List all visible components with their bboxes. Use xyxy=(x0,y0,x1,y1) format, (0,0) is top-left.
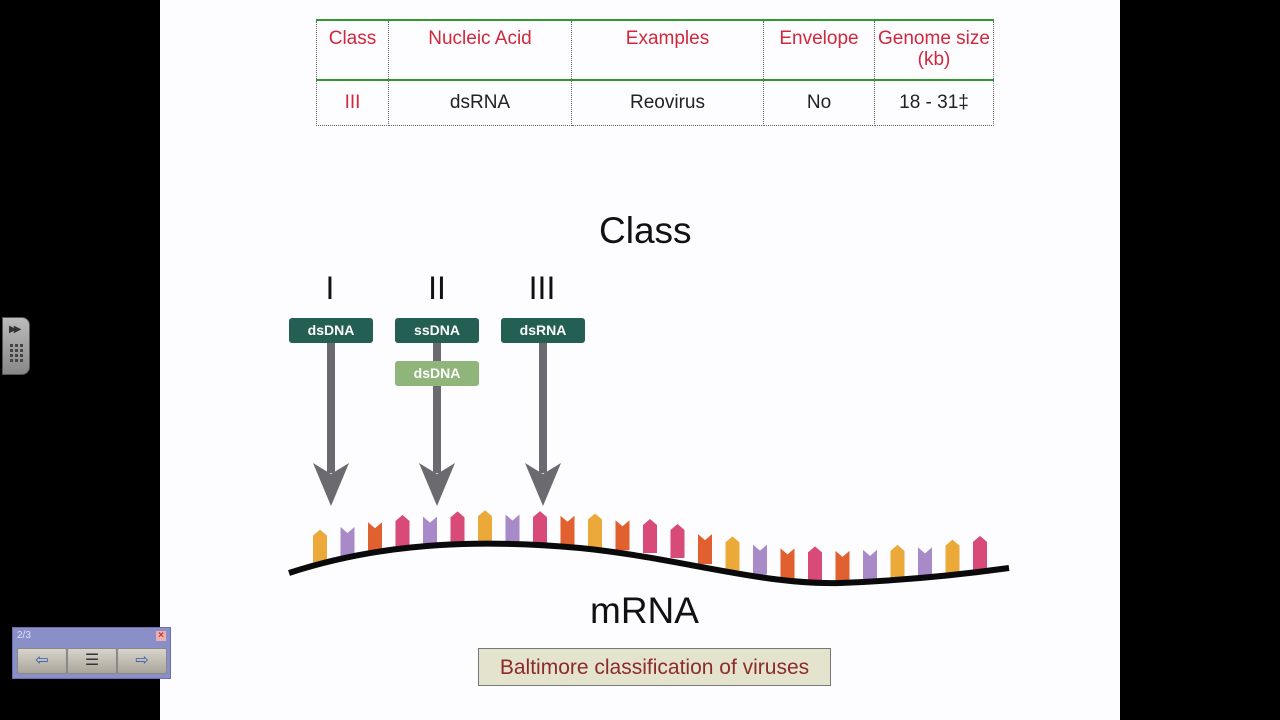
fast-forward-icon: ▶▶ xyxy=(9,324,22,335)
mrna-base-orange xyxy=(588,513,602,548)
mrna-base-purple xyxy=(340,526,355,557)
mrna-base-orange xyxy=(313,529,327,564)
slide-counter: 2/3 xyxy=(17,630,31,641)
side-panel-toggle[interactable]: ▶▶ xyxy=(2,317,30,375)
slide-list-button[interactable]: ☰ xyxy=(67,648,117,674)
arrow-shaft-class-1 xyxy=(327,343,335,473)
class-numeral-2: II xyxy=(428,270,446,306)
mrna-base-pink xyxy=(533,511,547,546)
mrna-base-pink xyxy=(643,519,657,553)
class-numeral-1: I xyxy=(325,270,335,306)
mrna-base-red xyxy=(698,534,712,565)
class-3-dsrna-box: dsRNA xyxy=(501,318,585,343)
close-icon[interactable]: × xyxy=(156,631,166,641)
mrna-base-purple xyxy=(918,547,932,578)
mrna-base-orange xyxy=(945,539,960,574)
arrow-left-icon: ⇦ xyxy=(35,652,49,669)
next-slide-button[interactable]: ⇨ xyxy=(117,648,167,674)
mrna-base-purple xyxy=(753,544,767,575)
class-2-ssdna-box: ssDNA xyxy=(395,318,479,343)
class-2-dsdna-box: dsDNA xyxy=(395,361,479,386)
mrna-base-purple xyxy=(423,516,437,547)
class-1-dsdna-box: dsDNA xyxy=(289,318,373,343)
mrna-base-pink xyxy=(395,515,410,550)
class-numeral-3: III xyxy=(528,270,556,306)
slide-caption: Baltimore classification of viruses xyxy=(478,648,831,686)
slide: Class Nucleic Acid Examples Envelope Gen… xyxy=(160,0,1120,720)
mrna-base-pink xyxy=(670,523,685,558)
mrna-base-purple xyxy=(505,514,520,545)
mrna-base-pink xyxy=(973,535,987,570)
mrna-label: mRNA xyxy=(590,590,699,631)
mrna-base-purple xyxy=(863,549,877,580)
mrna-base-red xyxy=(368,522,382,553)
mrna-base-red xyxy=(780,548,795,579)
grid-icon xyxy=(10,344,23,362)
slide-list-icon: ☰ xyxy=(84,652,100,669)
mrna-base-red xyxy=(835,550,850,581)
slide-navigator: 2/3 × ⇦ ☰ ⇨ xyxy=(12,627,171,679)
mrna-base-pink xyxy=(450,511,465,546)
mrna-base-red xyxy=(560,515,575,546)
arrow-shaft-class-3 xyxy=(539,343,547,473)
mrna-base-orange xyxy=(725,536,740,571)
arrow-right-icon: ⇨ xyxy=(135,652,149,669)
mrna-base-pink xyxy=(808,546,822,581)
mrna-base-orange xyxy=(890,544,905,579)
previous-slide-button[interactable]: ⇦ xyxy=(17,648,67,674)
mrna-base-orange xyxy=(478,510,492,545)
mrna-base-red xyxy=(615,520,630,551)
